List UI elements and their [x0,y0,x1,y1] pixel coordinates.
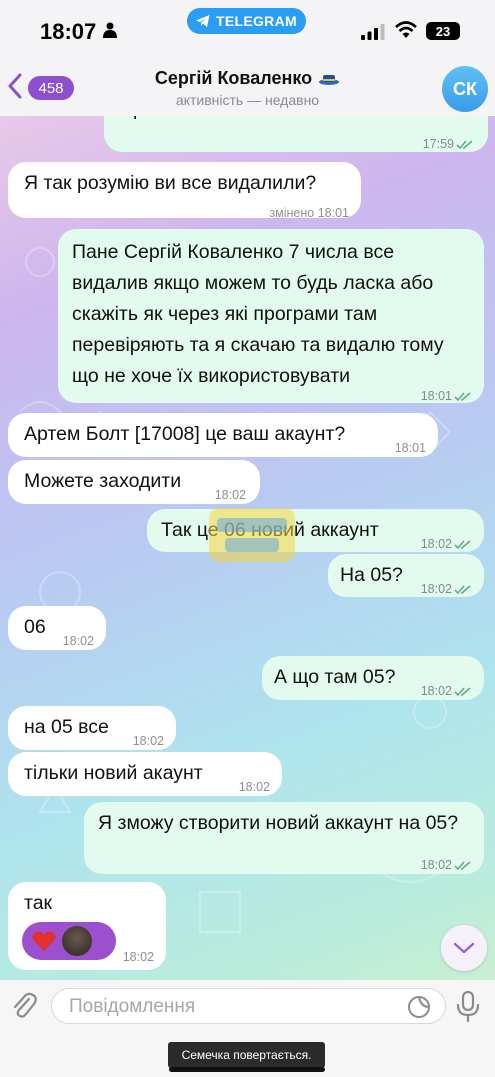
message-bubble-incoming[interactable]: тільки новий акаунт 18:02 [8,752,282,796]
message-input[interactable]: Повідомлення [51,988,446,1024]
double-check-icon [454,540,471,549]
double-check-icon [456,140,473,149]
message-time: 17:59 [422,137,454,151]
cell-signal-icon [361,24,385,40]
home-indicator[interactable] [169,1067,325,1072]
message-time: 18:01 [394,441,426,455]
telegram-pill-label: TELEGRAM [216,13,297,29]
contact-avatar[interactable]: СК [442,66,488,112]
message-bubble-incoming[interactable]: 06 18:02 [8,606,106,650]
red-heart-icon [32,931,56,951]
message-time: 18:02 [122,950,154,964]
message-input-placeholder: Повідомлення [69,996,196,1017]
chat-header: 458 Сергій Коваленко активність — недавн… [0,58,495,116]
double-check-icon [454,687,471,696]
message-text: Можете заходити [24,470,182,492]
message-meta: змінено 18:01 [269,198,349,229]
message-time: 18:02 [420,582,452,596]
message-bubble-incoming[interactable]: Артем Болт [17008] це ваш акаунт? 18:01 [8,413,438,457]
message-time: 18:01 [420,389,452,403]
message-bubble-incoming[interactable]: на 05 все 18:02 [8,706,176,750]
message-text: Я так розумію ви все видалили? [24,172,317,194]
message-time: 18:02 [62,634,94,648]
scroll-to-bottom-button[interactable] [441,925,487,971]
message-bubble-incoming[interactable]: Я так розумію ви все видалили? змінено 1… [8,162,361,220]
message-meta: 17:59 [423,129,474,152]
message-meta: 18:02 [421,676,472,707]
telegram-plane-icon [196,15,210,27]
toast-notification: Семечка повертається. [168,1042,325,1068]
message-time: 18:02 [238,780,270,794]
message-bubble-outgoing[interactable]: Так це 06 новий аккаунт 18:02 [147,509,484,552]
message-text: Я зможу створити новий аккаунт на 05? [98,812,459,834]
message-text: на 05 все [24,716,109,738]
message-time: 18:01 [317,206,349,220]
double-check-icon [454,861,471,870]
double-check-icon [454,585,471,594]
message-text: 06 [24,616,46,638]
message-bubble-incoming[interactable]: Можете заходити 18:02 [8,460,260,504]
reactor-avatar [62,926,92,956]
message-meta: 18:02 [421,574,472,605]
chevron-down-icon [453,942,475,954]
battery-indicator: 23 [426,22,460,40]
message-bubble-outgoing[interactable]: Я зможу створити новий аккаунт на 05? 18… [84,802,484,874]
paperclip-icon[interactable] [11,991,37,1021]
message-text: А що там 05? [274,666,396,688]
message-meta: 18:02 [421,850,472,881]
message-time: 18:02 [420,684,452,698]
message-edited-label: змінено [269,206,315,220]
message-bubble-outgoing[interactable]: На 05? 18:02 [328,554,484,597]
message-bubble-outgoing[interactable]: Пане Сергій Коваленко 7 числа все видали… [58,229,484,403]
message-time: 18:02 [420,858,452,872]
message-time: 18:02 [420,537,452,551]
contact-status: активність — недавно [175,92,320,108]
focus-person-icon [103,22,117,38]
message-text: На 05? [340,564,403,586]
status-time: 18:07 [40,19,97,44]
contact-name-row[interactable]: Сергій Коваленко [0,68,495,89]
message-text: тільки новий акаунт [24,762,203,784]
message-meta: 18:01 [421,381,472,412]
reaction-pill[interactable] [22,922,116,960]
wifi-icon [395,21,417,38]
double-check-icon [454,392,471,401]
telegram-return-pill[interactable]: TELEGRAM [187,8,306,34]
sticker-icon[interactable] [407,995,431,1019]
message-text: Артем Болт [17008] це ваш акаунт? [24,423,346,445]
hat-emoji-icon [319,75,340,86]
message-bubble-outgoing[interactable]: А що там 05? 18:02 [262,656,484,700]
watermark-logo [209,508,295,562]
contact-name: Сергій Коваленко [154,68,313,88]
status-bar: 18:07 TELEGRAM 23 [0,0,495,58]
message-text: так [24,892,53,914]
message-text: Пане Сергій Коваленко 7 числа все видали… [72,241,444,387]
microphone-icon[interactable] [455,990,481,1022]
message-bubble-incoming[interactable]: так 18:02 [8,882,166,970]
